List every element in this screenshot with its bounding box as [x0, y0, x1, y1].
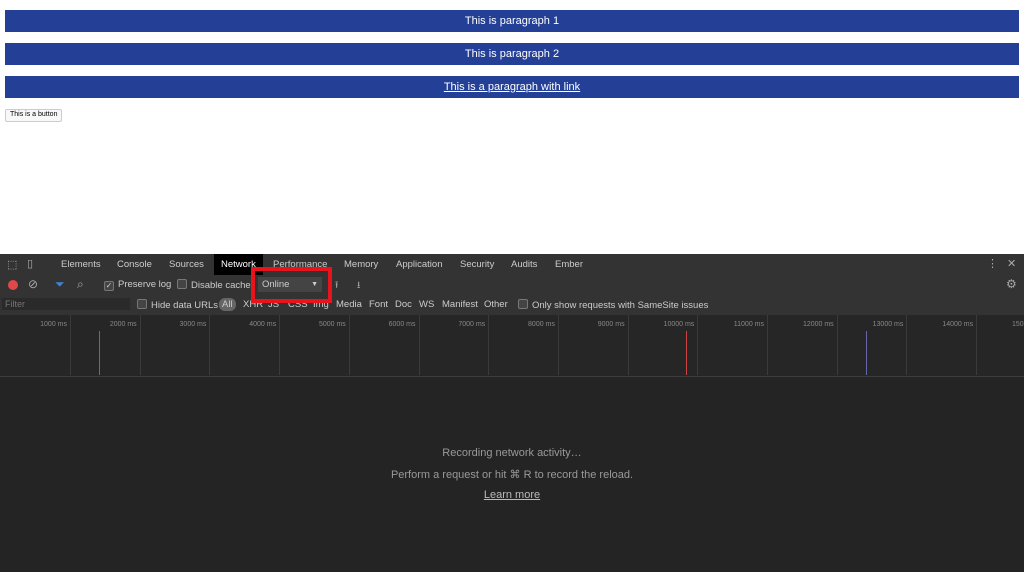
export-har-icon[interactable]: ⭳	[357, 278, 360, 294]
paragraph-2: This is paragraph 2	[5, 43, 1019, 65]
timeline-tick-label: 10000 ms	[663, 321, 695, 328]
page-button[interactable]: This is a button	[5, 109, 63, 122]
timeline-event-marker	[686, 331, 687, 375]
filter-type-manifest[interactable]: Manifest	[442, 299, 478, 310]
samesite-checkbox[interactable]: Only show requests with SameSite issues	[518, 299, 708, 311]
timeline-gridline	[557, 315, 559, 375]
tab-memory[interactable]: Memory	[344, 254, 378, 275]
device-toolbar-icon[interactable]: ▯	[27, 257, 33, 270]
tab-elements[interactable]: Elements	[61, 254, 101, 275]
timeline-gridline	[70, 315, 71, 375]
clear-icon[interactable]: ⊘	[28, 277, 38, 291]
timeline-event-marker	[866, 331, 867, 375]
filter-bar: Hide data URLs AllXHRJSCSSImgMediaFontDo…	[0, 295, 1024, 316]
tab-sources[interactable]: Sources	[169, 254, 204, 275]
search-icon[interactable]: ⌕	[77, 277, 84, 292]
paragraph-link: This is a paragraph with link	[5, 76, 1019, 98]
timeline-tick-label: 12000 ms	[802, 321, 834, 328]
settings-gear-icon[interactable]: ⚙	[1006, 277, 1017, 291]
record-hint: Perform a request or hit ⌘ R to record t…	[390, 469, 634, 481]
learn-more-link[interactable]: Learn more	[484, 489, 540, 501]
timeline-tick-label: 8000 ms	[528, 321, 555, 328]
record-icon[interactable]	[8, 280, 18, 290]
tab-audits[interactable]: Audits	[511, 254, 537, 275]
timeline-tick-label: 13000 ms	[872, 321, 904, 328]
timeline-tick-label: 4000 ms	[249, 321, 277, 328]
filter-input[interactable]	[2, 298, 130, 310]
filter-type-font[interactable]: Font	[369, 299, 388, 310]
more-options-icon[interactable]: ⋮	[987, 257, 998, 270]
timeline-tick-label: 3000 ms	[179, 321, 207, 328]
timeline-tick-label: 6000 ms	[388, 321, 416, 328]
inspect-element-icon[interactable]: ⬚	[7, 258, 17, 271]
timeline-tick-label: 7000 ms	[458, 321, 486, 328]
close-icon[interactable]: ✕	[1007, 257, 1016, 270]
recording-status: Recording network activity…	[442, 447, 582, 459]
timeline-tick-label: 5000 ms	[318, 321, 346, 328]
filter-type-ws[interactable]: WS	[419, 299, 434, 310]
timeline-gridline	[697, 315, 699, 375]
timeline-overview: 1000 ms 2000 ms 3000 ms 4000 ms 5000 ms 6000 …	[0, 315, 1024, 377]
tab-security[interactable]: Security	[460, 254, 494, 275]
timeline-gridline	[139, 315, 141, 375]
filter-icon[interactable]: ⏷	[55, 277, 65, 292]
timeline-gridline	[906, 315, 908, 375]
tab-ember[interactable]: Ember	[555, 254, 583, 275]
devtools-panel: ⬚ ▯ Elements Console Sources Network Perform…	[0, 254, 1024, 572]
timeline-gridline	[627, 315, 629, 375]
devtools-tab-bar: ⬚ ▯ Elements Console Sources Network Perform…	[0, 254, 1024, 276]
filter-type-doc[interactable]: Doc	[395, 299, 412, 310]
timeline-tick-label: 1000 ms	[40, 321, 67, 328]
tab-application[interactable]: Application	[396, 254, 442, 275]
preserve-log-checkbox[interactable]: ✓ Preserve log	[104, 279, 171, 291]
import-har-icon[interactable]: ⭱	[335, 278, 338, 294]
timeline-gridline	[976, 315, 978, 375]
timeline-tick-label: 2000 ms	[109, 321, 137, 328]
paragraph-link-anchor[interactable]: This is a paragraph with link	[444, 81, 580, 93]
timeline-gridline	[488, 315, 490, 375]
filter-type-all[interactable]: All	[219, 298, 236, 311]
paragraph-1: This is paragraph 1	[5, 10, 1019, 32]
timeline-tick-label: 11000 ms	[733, 321, 764, 328]
hide-data-urls-checkbox[interactable]: Hide data URLs	[137, 299, 218, 311]
timeline-gridline	[279, 315, 281, 375]
timeline-gridline	[348, 315, 350, 375]
timeline-tick-label: 150	[1012, 321, 1024, 328]
timeline-event-marker	[99, 331, 100, 375]
highlight-box	[251, 267, 332, 303]
tab-console[interactable]: Console	[117, 254, 152, 275]
disable-cache-checkbox[interactable]: Disable cache	[177, 279, 251, 291]
filter-type-other[interactable]: Other	[484, 299, 508, 310]
timeline-gridline	[836, 315, 838, 375]
timeline-gridline	[767, 315, 768, 375]
timeline-gridline	[418, 315, 420, 375]
filter-type-media[interactable]: Media	[336, 299, 362, 310]
timeline-gridline	[209, 315, 211, 375]
network-toolbar: ⊘ ⏷ ⌕ ✓ Preserve log Disable cache Online…	[0, 275, 1024, 296]
timeline-tick-label: 14000 ms	[942, 321, 974, 328]
timeline-tick-label: 9000 ms	[597, 321, 625, 328]
